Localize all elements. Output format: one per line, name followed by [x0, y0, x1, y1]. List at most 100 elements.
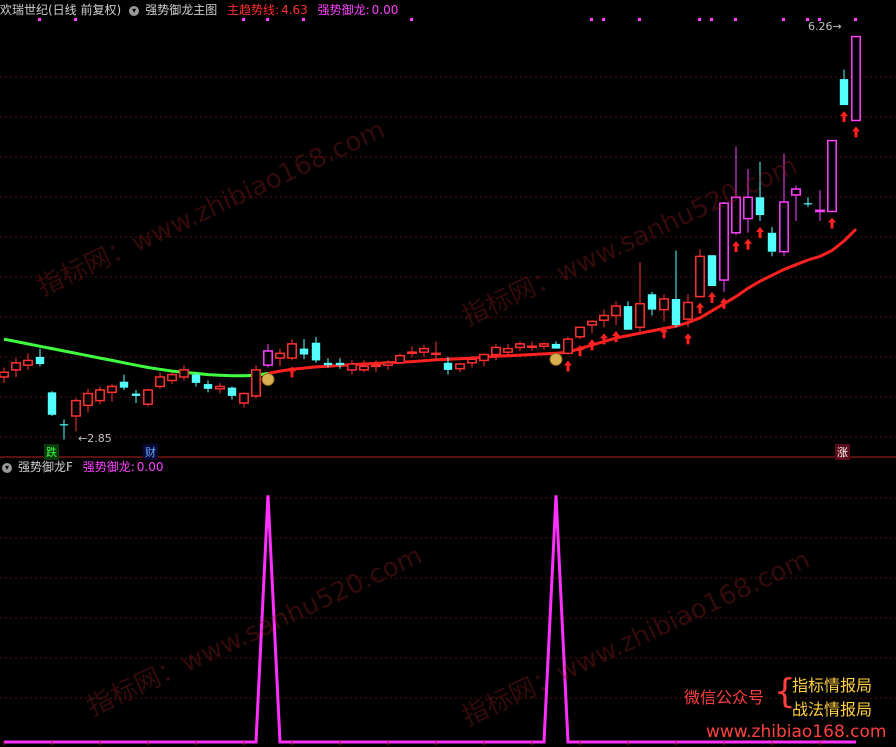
- candle-body-up: [683, 301, 693, 320]
- candle-body-up: [527, 345, 537, 348]
- up-arrow-icon: [732, 241, 740, 253]
- candle-body-down: [839, 79, 849, 106]
- promo-line-1: 指标情报局: [792, 676, 873, 695]
- candle-body-up: [779, 201, 789, 253]
- candle-body-down: [707, 255, 717, 286]
- candle-body-up: [275, 352, 285, 359]
- top-marker-dot: [590, 18, 593, 21]
- promo-line-2: 战法情报局: [792, 700, 873, 719]
- candle-body-down: [335, 362, 345, 366]
- top-marker-dot: [698, 18, 701, 21]
- up-arrow-icon: [852, 126, 860, 138]
- candle-body-up: [383, 362, 393, 366]
- candle-body-up: [503, 347, 513, 353]
- settings-circle-icon[interactable]: ▾: [2, 462, 12, 473]
- candle-body-up: [851, 35, 861, 122]
- candle-body-up: [599, 314, 609, 321]
- settings-circle-icon[interactable]: ▾: [129, 5, 140, 16]
- up-arrow-icon: [708, 291, 716, 303]
- candle-body-up: [143, 389, 153, 405]
- candle-body-up: [107, 385, 117, 394]
- candle-body-up: [155, 376, 165, 388]
- candle-body-up: [539, 343, 549, 347]
- candle-body-down: [767, 232, 777, 252]
- up-arrow-icon: [696, 302, 704, 314]
- up-arrow-icon: [756, 226, 764, 238]
- money-bag-icon: [261, 372, 275, 386]
- candle-body-up: [491, 346, 501, 356]
- stock-title: 欢瑞世纪(日线 前复权): [0, 3, 122, 17]
- candle-body-up: [479, 353, 489, 362]
- up-arrow-icon: [564, 360, 572, 372]
- candle-body-up: [827, 139, 837, 213]
- candle-body-up: [815, 209, 825, 213]
- candle-body-up: [23, 359, 33, 366]
- promo-wechat: 微信公众号: [684, 688, 765, 707]
- indicator-name[interactable]: 强势御龙主图: [145, 3, 217, 17]
- tag-die: 跌: [44, 444, 59, 460]
- up-arrow-icon: [684, 333, 692, 345]
- tag-zhang: 涨: [835, 444, 850, 460]
- signal-label: 强势御龙:: [317, 3, 370, 17]
- high-price-value: 6.26: [808, 20, 833, 33]
- candle-body-down: [671, 298, 681, 325]
- candle-body-down: [203, 384, 213, 389]
- money-bag-icon: [549, 352, 563, 366]
- sub-signal-value: 0.00: [136, 460, 164, 474]
- candle-body-down: [443, 362, 453, 370]
- candle-body-up: [431, 352, 441, 356]
- candle-body-down: [119, 381, 129, 388]
- candle-body-down: [311, 342, 321, 361]
- candle-body-up: [467, 358, 477, 364]
- top-marker-dot: [734, 18, 737, 21]
- candle-body-down: [299, 348, 309, 355]
- low-price-value: 2.85: [87, 432, 112, 445]
- signal-value: 0.00: [371, 3, 399, 17]
- top-marker-dot: [854, 18, 857, 21]
- candle-body-up: [239, 392, 249, 404]
- high-price-label: 6.26→: [808, 20, 842, 33]
- candle-body-up: [179, 369, 189, 378]
- main-header: 欢瑞世纪(日线 前复权) ▾ 强势御龙主图 主趋势线: 4.63 强势御龙: 0.00: [0, 0, 404, 20]
- candle-body-up: [347, 363, 357, 371]
- candle-body-up: [95, 389, 105, 402]
- candle-body-up: [0, 371, 9, 378]
- top-marker-dot: [782, 18, 785, 21]
- candle-body-up: [251, 369, 261, 397]
- up-arrow-icon: [828, 217, 836, 229]
- candle-body-up: [83, 392, 93, 407]
- low-price-label: ←2.85: [78, 432, 112, 445]
- candle-body-up: [563, 338, 573, 355]
- sub-signal-label: 强势御龙:: [82, 460, 135, 474]
- candle-body-down: [191, 374, 201, 383]
- candle-body-up: [287, 343, 297, 359]
- candle-body-up: [371, 364, 381, 368]
- trend-label: 主趋势线:: [227, 3, 280, 17]
- trend-value: 4.63: [281, 3, 308, 17]
- top-marker-dot: [638, 18, 641, 21]
- sub-header: ▾ 强势御龙F 强势御龙: 0.00: [0, 457, 170, 477]
- candle-body-down: [131, 393, 141, 396]
- candle-body-up: [515, 343, 525, 349]
- candle-body-up: [791, 188, 801, 196]
- candle-body-up: [611, 305, 621, 317]
- candle-body-up: [263, 350, 273, 366]
- candle-body-down: [803, 203, 813, 205]
- candle-body-up: [695, 255, 705, 298]
- candle-body-down: [35, 356, 45, 364]
- candle-body-down: [47, 392, 57, 415]
- candle-body-up: [635, 302, 645, 329]
- sub-indicator-name[interactable]: 强势御龙F: [18, 460, 73, 474]
- candle-body-down: [623, 306, 633, 330]
- candle-body-up: [407, 351, 417, 355]
- candle-body-down: [647, 294, 657, 310]
- candle-body-down: [323, 362, 333, 366]
- candle-body-up: [419, 347, 429, 353]
- candle-body-up: [359, 365, 369, 371]
- top-marker-dot: [602, 18, 605, 21]
- tag-cai: 财: [143, 444, 158, 460]
- up-arrow-icon: [744, 238, 752, 250]
- candle-body-up: [71, 399, 81, 417]
- candle-body-down: [59, 424, 69, 426]
- candle-body-down: [551, 343, 561, 349]
